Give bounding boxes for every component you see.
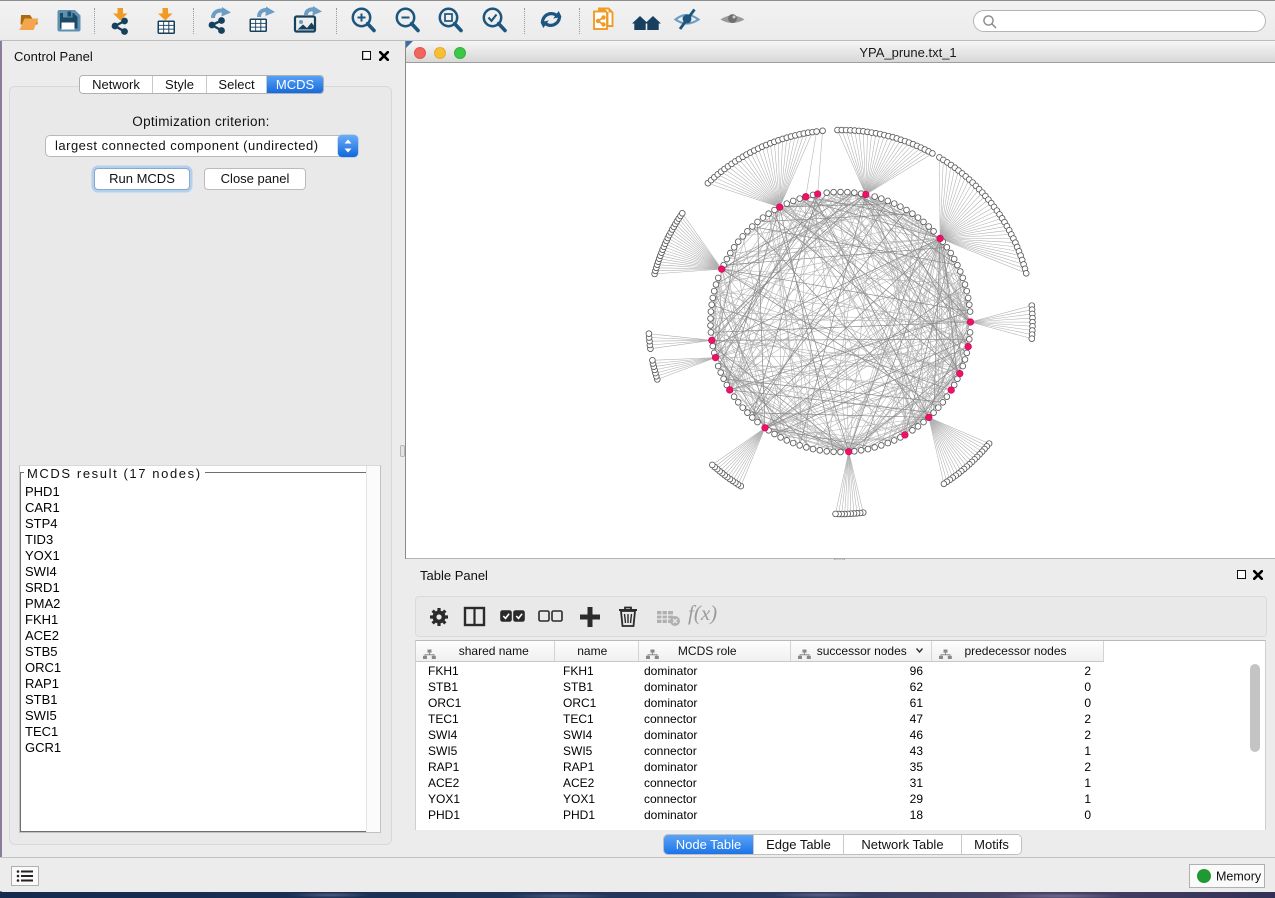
- svg-text:Memory: Memory: [1216, 870, 1262, 884]
